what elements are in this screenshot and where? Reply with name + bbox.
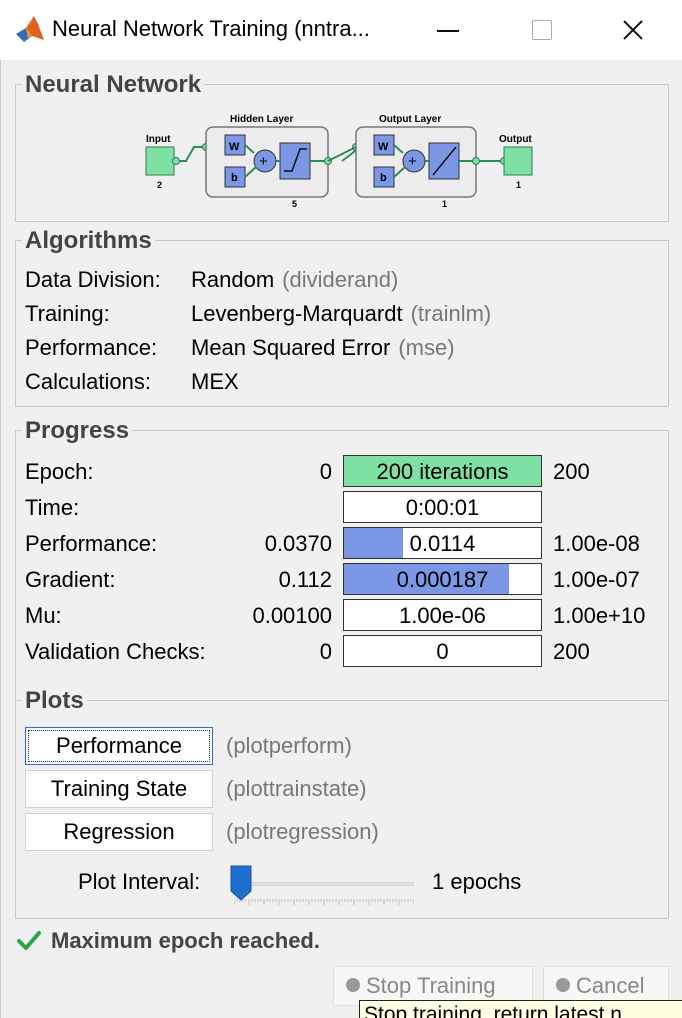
progress-value: 200 iterations [376, 459, 509, 484]
algorithm-label: Performance: [25, 335, 158, 360]
output-label: Output [499, 134, 532, 145]
hidden-layer-label: Hidden Layer [230, 114, 293, 125]
network-diagram: Input Hidden Layer Output Layer Output 2… [145, 114, 533, 209]
algorithm-value: MEX [191, 369, 239, 394]
svg-text:W: W [229, 141, 240, 153]
stop-training-label: Stop Training [366, 973, 496, 998]
stop-training-tooltip: Stop training, return latest n [359, 1000, 682, 1018]
plot-training-state-button[interactable]: Training State [25, 770, 213, 808]
progress-start-value: 0.0370 [264, 531, 332, 556]
progress-label: Mu: [25, 603, 62, 628]
title-bar[interactable]: Neural Network Training (nntra... [0, 0, 682, 60]
validation-checks-progress-bar: 0 [343, 635, 542, 667]
input-label: Input [146, 134, 171, 145]
svg-text:+: + [408, 153, 417, 170]
status-text: Maximum epoch reached. [51, 928, 320, 953]
progress-value: 0 [436, 639, 449, 664]
minimize-button[interactable] [425, 10, 471, 50]
progress-label: Performance: [25, 531, 158, 556]
progress-end-value: 1.00e+10 [553, 603, 646, 628]
progress-start-value: 0 [319, 459, 332, 484]
plots-panel: Plots Performance (plotperform) Training… [15, 687, 669, 919]
neural-network-panel: Neural Network Input Hidden Layer Output… [15, 71, 669, 222]
output-layer-size: 1 [442, 199, 447, 209]
plot-function: (plotperform) [226, 733, 352, 758]
output-size: 1 [516, 180, 521, 190]
plot-function: (plottrainstate) [226, 776, 367, 801]
algorithm-function: (dividerand) [282, 267, 399, 292]
algorithm-function: (mse) [398, 335, 455, 360]
close-icon [623, 20, 643, 40]
hidden-size: 5 [292, 199, 297, 209]
gradient-progress-bar: 0.000187 [343, 563, 542, 595]
performance-progress-bar: 0.0114 [343, 527, 542, 559]
plot-regression-button[interactable]: Regression [25, 813, 213, 851]
panel-title: Algorithms [22, 227, 155, 255]
time-progress-bar: 0:00:01 [343, 491, 542, 523]
svg-text:W: W [378, 141, 389, 153]
plot-interval-slider[interactable] [234, 882, 414, 886]
algorithm-label: Calculations: [25, 369, 151, 394]
progress-value: 0.000187 [396, 567, 489, 592]
plot-interval-value: 1 epochs [432, 869, 522, 894]
progress-end-value: 200 [553, 639, 590, 664]
progress-start-value: 0.00100 [252, 603, 332, 628]
algorithm-label: Data Division: [25, 267, 161, 292]
svg-text:+: + [259, 153, 268, 170]
slider-ticks [234, 899, 414, 905]
plot-performance-button[interactable]: Performance [25, 727, 213, 765]
input-size: 2 [157, 180, 162, 190]
progress-label: Epoch: [25, 459, 94, 484]
progress-label: Gradient: [25, 567, 116, 592]
progress-end-value: 200 [553, 459, 590, 484]
algorithm-value: Random [191, 267, 275, 292]
progress-end-value: 1.00e-08 [553, 531, 640, 556]
output-layer-label: Output Layer [379, 114, 441, 125]
slider-thumb[interactable] [230, 865, 252, 901]
algorithm-function: (trainlm) [410, 301, 492, 326]
algorithms-panel: Algorithms Data Division: Random (divider… [15, 227, 669, 407]
progress-value: 0.0114 [409, 531, 476, 556]
progress-start-value: 0 [319, 639, 332, 664]
progress-value: 0:00:01 [405, 495, 480, 520]
svg-text:b: b [231, 172, 238, 184]
close-button[interactable] [610, 10, 656, 50]
plot-interval-label: Plot Interval: [78, 869, 201, 894]
panel-title: Progress [22, 417, 133, 445]
plot-function: (plotregression) [226, 819, 379, 844]
progress-end-value: 1.00e-07 [553, 567, 640, 592]
cancel-icon [556, 978, 570, 993]
window-body: Neural Network Input Hidden Layer Output… [0, 60, 682, 1018]
window-title: Neural Network Training (nntra... [52, 16, 370, 41]
progress-label: Time: [25, 495, 80, 520]
panel-title: Plots [22, 687, 87, 715]
checkmark-icon [17, 931, 41, 950]
epoch-progress-bar: 200 iterations [343, 455, 542, 487]
output-node [503, 146, 533, 176]
progress-value: 1.00e-06 [399, 603, 486, 628]
progress-start-value: 0.112 [278, 567, 332, 592]
input-node [145, 146, 175, 176]
matlab-logo-icon [16, 16, 44, 42]
algorithm-value: Levenberg-Marquardt [191, 301, 403, 326]
algorithm-value: Mean Squared Error [191, 335, 391, 360]
progress-label: Validation Checks: [25, 639, 206, 664]
algorithm-label: Training: [25, 301, 110, 326]
progress-panel: Progress Epoch: 0 200 iterations 200 Tim… [15, 417, 669, 734]
stop-icon [346, 978, 360, 993]
maximize-button[interactable] [518, 10, 564, 50]
svg-text:b: b [380, 172, 387, 184]
mu-progress-bar: 1.00e-06 [343, 599, 542, 631]
cancel-label: Cancel [576, 973, 645, 998]
